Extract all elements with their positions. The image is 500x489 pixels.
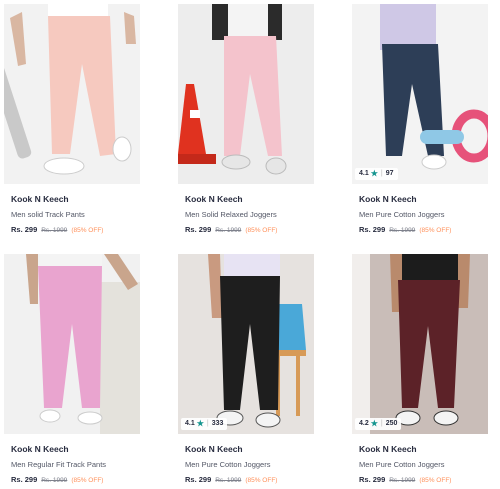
product-brand: Kook N Keech bbox=[185, 194, 243, 204]
traffic-cone-stripe bbox=[190, 110, 200, 118]
shirt-shape bbox=[402, 254, 458, 284]
product-brand: Kook N Keech bbox=[11, 194, 69, 204]
product-image[interactable] bbox=[178, 4, 314, 184]
product-photo bbox=[4, 4, 140, 184]
product-photo bbox=[4, 254, 140, 434]
rating-count: 250 bbox=[385, 420, 398, 427]
rating-value: 4.1 bbox=[359, 170, 369, 177]
product-price: Rs. 299 bbox=[359, 225, 386, 234]
shoe-shape bbox=[433, 410, 459, 426]
shirt-shape bbox=[380, 4, 436, 50]
rating-badge: 4.1 ★ | 333 bbox=[181, 418, 228, 430]
rating-separator: | bbox=[380, 170, 383, 177]
rating-badge: 4.2 ★ | 250 bbox=[355, 418, 402, 430]
shirt-shape bbox=[224, 254, 280, 278]
shoe-shape bbox=[43, 157, 85, 175]
product-discount: (85% OFF) bbox=[71, 227, 104, 234]
star-icon: ★ bbox=[370, 169, 378, 178]
product-image[interactable]: 4.1 ★ | 97 bbox=[352, 4, 488, 184]
product-discount: (85% OFF) bbox=[71, 477, 104, 484]
product-title: Men Pure Cotton Joggers bbox=[185, 460, 271, 469]
product-photo bbox=[178, 254, 314, 434]
star-icon: ★ bbox=[370, 419, 378, 428]
product-image[interactable]: 4.2 ★ | 250 bbox=[352, 254, 488, 434]
product-image[interactable]: 4.1 ★ | 333 bbox=[178, 254, 314, 434]
product-discount: (85% OFF) bbox=[245, 227, 278, 234]
product-title: Men solid Track Pants bbox=[11, 210, 85, 219]
rating-value: 4.2 bbox=[359, 420, 369, 427]
product-card[interactable]: 4.2 ★ | 250 Kook N Keech Men Pure Cotton… bbox=[352, 254, 488, 486]
product-brand: Kook N Keech bbox=[359, 194, 417, 204]
product-discount: (85% OFF) bbox=[419, 477, 452, 484]
product-photo bbox=[178, 4, 314, 184]
product-mrp: Rs. 1999 bbox=[215, 477, 242, 484]
rating-badge: 4.1 ★ | 97 bbox=[355, 168, 398, 180]
wall-edge-shape bbox=[352, 254, 370, 434]
product-title: Men Regular Fit Track Pants bbox=[11, 460, 107, 469]
shoe-shape bbox=[39, 409, 61, 423]
product-title: Men Solid Relaxed Joggers bbox=[185, 210, 277, 219]
product-price: Rs. 299 bbox=[359, 475, 386, 484]
product-photo bbox=[352, 4, 488, 184]
shirt-shape bbox=[40, 254, 102, 268]
panel-shape bbox=[100, 282, 140, 434]
product-card[interactable]: Kook N Keech Men Regular Fit Track Pants… bbox=[4, 254, 140, 486]
rating-value: 4.1 bbox=[185, 420, 195, 427]
shoe-shape bbox=[255, 412, 281, 428]
product-price: Rs. 299 bbox=[11, 225, 38, 234]
product-mrp: Rs. 1999 bbox=[41, 477, 68, 484]
product-image[interactable] bbox=[4, 4, 140, 184]
product-photo bbox=[352, 254, 488, 434]
product-brand: Kook N Keech bbox=[185, 444, 243, 454]
shoe-shape bbox=[221, 154, 251, 170]
shoe-shape bbox=[265, 157, 287, 175]
product-grid: Kook N Keech Men solid Track Pants Rs. 2… bbox=[0, 0, 500, 489]
product-discount: (85% OFF) bbox=[419, 227, 452, 234]
rating-count: 333 bbox=[211, 420, 224, 427]
shoe-shape bbox=[421, 154, 447, 170]
product-price: Rs. 299 bbox=[185, 225, 212, 234]
product-price: Rs. 299 bbox=[185, 475, 212, 484]
product-title: Men Pure Cotton Joggers bbox=[359, 460, 445, 469]
shirt-shape bbox=[48, 4, 108, 18]
product-title: Men Pure Cotton Joggers bbox=[359, 210, 445, 219]
rating-count: 97 bbox=[385, 170, 394, 177]
product-card[interactable]: Kook N Keech Men solid Track Pants Rs. 2… bbox=[4, 4, 140, 236]
traffic-cone-base bbox=[178, 154, 216, 164]
rating-separator: | bbox=[206, 420, 209, 427]
rating-separator: | bbox=[380, 420, 383, 427]
product-brand: Kook N Keech bbox=[359, 444, 417, 454]
product-mrp: Rs. 1999 bbox=[389, 477, 416, 484]
float-tube-shape bbox=[420, 130, 464, 144]
shoe-shape bbox=[77, 411, 103, 425]
product-mrp: Rs. 1999 bbox=[389, 227, 416, 234]
product-image[interactable] bbox=[4, 254, 140, 434]
product-price: Rs. 299 bbox=[11, 475, 38, 484]
chair-leg-shape bbox=[296, 356, 300, 416]
product-discount: (85% OFF) bbox=[245, 477, 278, 484]
shoe-shape bbox=[112, 136, 132, 162]
product-mrp: Rs. 1999 bbox=[41, 227, 68, 234]
product-mrp: Rs. 1999 bbox=[215, 227, 242, 234]
product-card[interactable]: 4.1 ★ | 97 Kook N Keech Men Pure Cotton … bbox=[352, 4, 488, 236]
product-brand: Kook N Keech bbox=[11, 444, 69, 454]
product-card[interactable]: 4.1 ★ | 333 Kook N Keech Men Pure Cotton… bbox=[178, 254, 314, 486]
star-icon: ★ bbox=[196, 419, 204, 428]
shirt-shape bbox=[228, 4, 268, 38]
product-card[interactable]: Kook N Keech Men Solid Relaxed Joggers R… bbox=[178, 4, 314, 236]
